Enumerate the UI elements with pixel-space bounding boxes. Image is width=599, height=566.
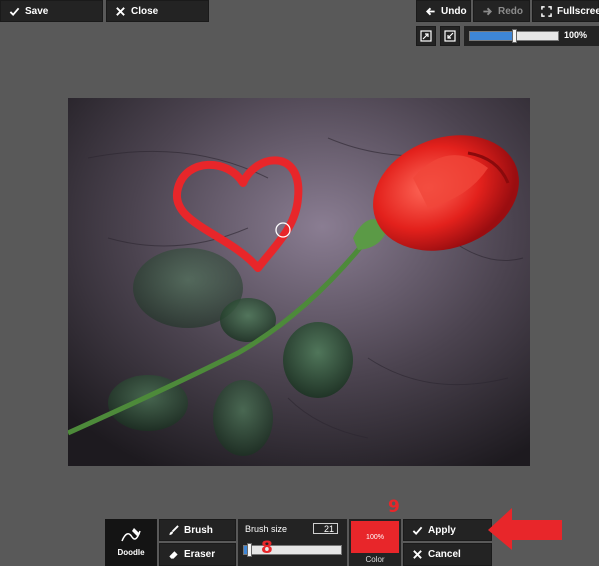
x-icon (116, 6, 125, 16)
x-icon (413, 550, 422, 559)
fullscreen-button[interactable]: Fullscreen (532, 0, 599, 22)
apply-button[interactable]: Apply (403, 519, 492, 541)
brush-button[interactable]: Brush (159, 519, 236, 541)
undo-label: Undo (441, 5, 467, 17)
fit-to-screen-icon (420, 30, 432, 42)
save-label: Save (25, 5, 49, 17)
annotation-arrow-icon (488, 508, 562, 550)
doodle-pen-icon (121, 528, 141, 542)
undo-button[interactable]: Undo (416, 0, 471, 22)
brush-size-slider-handle[interactable] (246, 543, 252, 557)
cancel-button[interactable]: Cancel (403, 543, 492, 566)
close-button[interactable]: Close (106, 0, 209, 22)
brush-icon (169, 524, 179, 535)
color-label: Color (365, 555, 385, 564)
zoom-slider-handle[interactable] (512, 29, 517, 43)
save-button[interactable]: Save (0, 0, 103, 22)
cancel-label: Cancel (428, 549, 461, 560)
brush-label: Brush (184, 524, 213, 536)
color-opacity-value: 100% (366, 533, 384, 541)
check-icon (412, 526, 423, 535)
zoom-slider[interactable] (469, 29, 559, 43)
check-icon (9, 7, 20, 16)
annotation-marker-8: 8 (261, 538, 273, 558)
close-label: Close (131, 5, 159, 17)
fullscreen-label: Fullscreen (557, 5, 599, 17)
expand-icon (541, 5, 552, 17)
zoom-value: 100% (563, 30, 587, 40)
canvas-photo[interactable] (68, 98, 530, 466)
color-swatch[interactable]: 100% (351, 521, 399, 553)
brush-size-input[interactable]: 21 (313, 523, 338, 534)
rose-photo (68, 98, 530, 466)
zoom-slider-fill (470, 32, 514, 40)
annotation-marker-9: 9 (388, 497, 400, 517)
eraser-label: Eraser (184, 549, 216, 560)
eraser-button[interactable]: Eraser (159, 543, 236, 566)
fit-to-screen-button[interactable] (416, 26, 436, 46)
redo-label: Redo (498, 5, 523, 17)
color-panel[interactable]: 100% Color (349, 519, 401, 566)
brush-size-slider[interactable] (243, 543, 342, 557)
actual-size-icon (444, 30, 456, 42)
zoom-control: 100% (464, 26, 599, 46)
arrow-left-icon (425, 7, 435, 15)
brush-size-panel: Brush size 21 (238, 519, 347, 566)
doodle-tool-button[interactable]: Doodle (105, 519, 157, 566)
eraser-icon (169, 551, 178, 559)
doodle-label: Doodle (117, 548, 145, 557)
redo-button[interactable]: Redo (473, 0, 530, 22)
brush-size-label: Brush size (245, 524, 288, 534)
actual-size-button[interactable] (440, 26, 460, 46)
arrow-right-icon (483, 7, 493, 15)
apply-label: Apply (428, 524, 456, 536)
